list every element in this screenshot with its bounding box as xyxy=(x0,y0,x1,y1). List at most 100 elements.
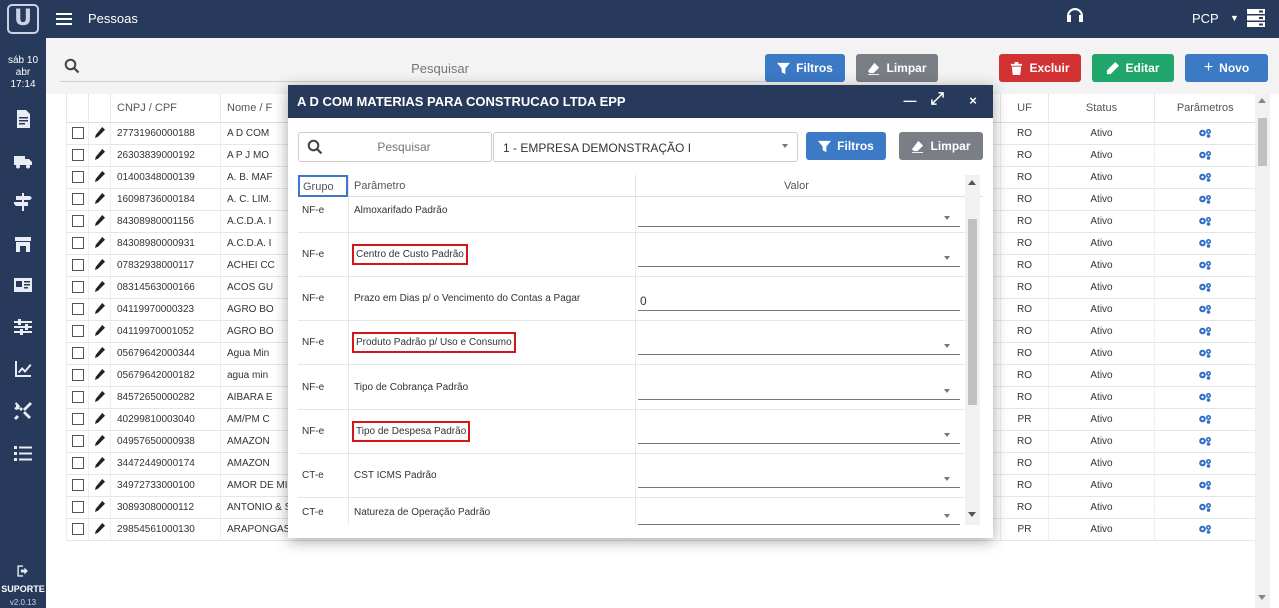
row-edit-pencil-icon[interactable] xyxy=(88,210,111,233)
gears-icon[interactable] xyxy=(1154,232,1255,255)
parameter-row[interactable]: CT-e CST ICMS Padrão xyxy=(298,454,966,498)
gears-icon[interactable] xyxy=(1154,210,1255,233)
scroll-up-icon[interactable] xyxy=(968,180,976,185)
col-parametros[interactable]: Parâmetros xyxy=(1154,94,1255,123)
hamburger-menu-icon[interactable] xyxy=(54,9,74,29)
row-checkbox[interactable] xyxy=(66,122,89,145)
chevron-down-icon[interactable] xyxy=(944,514,950,518)
gears-icon[interactable] xyxy=(1154,122,1255,145)
search-input[interactable] xyxy=(90,56,790,80)
editar-button[interactable]: Editar xyxy=(1092,54,1174,82)
valor-field[interactable] xyxy=(638,470,960,488)
gears-icon[interactable] xyxy=(1154,518,1255,541)
parameter-row[interactable]: NF-e Produto Padrão p/ Uso e Consumo xyxy=(298,321,966,365)
gears-icon[interactable] xyxy=(1154,166,1255,189)
row-edit-pencil-icon[interactable] xyxy=(88,518,111,541)
row-checkbox[interactable] xyxy=(66,320,89,343)
chevron-down-icon[interactable] xyxy=(944,389,950,393)
modal-limpar-button[interactable]: Limpar xyxy=(899,132,983,160)
row-edit-pencil-icon[interactable] xyxy=(88,144,111,167)
tools-icon[interactable] xyxy=(0,396,46,426)
valor-field[interactable] xyxy=(638,507,960,525)
chevron-down-icon[interactable] xyxy=(944,256,950,260)
support-link[interactable]: SUPORTE xyxy=(0,584,46,594)
chart-icon[interactable] xyxy=(0,354,46,384)
scroll-down-icon[interactable] xyxy=(968,512,976,517)
row-edit-pencil-icon[interactable] xyxy=(88,166,111,189)
parameter-row[interactable]: CT-e Natureza de Operação Padrão xyxy=(298,498,966,525)
headset-icon[interactable] xyxy=(1065,6,1085,28)
limpar-button[interactable]: Limpar xyxy=(856,54,938,82)
row-checkbox[interactable] xyxy=(66,430,89,453)
gears-icon[interactable] xyxy=(1154,320,1255,343)
row-checkbox[interactable] xyxy=(66,342,89,365)
excluir-button[interactable]: Excluir xyxy=(999,54,1081,82)
col-parametro[interactable]: Parâmetro xyxy=(354,180,405,192)
row-checkbox[interactable] xyxy=(66,232,89,255)
sliders-icon[interactable] xyxy=(0,312,46,342)
row-edit-pencil-icon[interactable] xyxy=(88,298,111,321)
novo-button[interactable]: + Novo xyxy=(1185,54,1268,82)
scroll-thumb[interactable] xyxy=(1258,118,1267,166)
gears-icon[interactable] xyxy=(1154,188,1255,211)
row-checkbox[interactable] xyxy=(66,496,89,519)
valor-field[interactable] xyxy=(638,426,960,444)
gears-icon[interactable] xyxy=(1154,496,1255,519)
col-valor[interactable]: Valor xyxy=(784,180,809,192)
row-edit-pencil-icon[interactable] xyxy=(88,232,111,255)
parameter-row[interactable]: NF-e Tipo de Cobrança Padrão xyxy=(298,365,966,410)
valor-field[interactable]: 0 xyxy=(638,293,960,311)
chevron-down-icon[interactable] xyxy=(944,477,950,481)
row-checkbox[interactable] xyxy=(66,210,89,233)
row-edit-pencil-icon[interactable] xyxy=(88,430,111,453)
app-logo[interactable]: U xyxy=(7,4,39,34)
scroll-thumb[interactable] xyxy=(968,219,977,405)
close-icon[interactable]: × xyxy=(964,92,982,110)
valor-field[interactable] xyxy=(638,249,960,267)
parameter-row[interactable]: NF-e Tipo de Despesa Padrão xyxy=(298,410,966,454)
col-grupo[interactable]: Grupo xyxy=(298,175,348,197)
scroll-down-icon[interactable] xyxy=(1258,595,1266,600)
list-icon[interactable] xyxy=(0,438,46,468)
gears-icon[interactable] xyxy=(1154,254,1255,277)
gears-icon[interactable] xyxy=(1154,474,1255,497)
row-edit-pencil-icon[interactable] xyxy=(88,452,111,475)
logout-icon[interactable] xyxy=(0,560,46,582)
row-checkbox[interactable] xyxy=(66,474,89,497)
valor-field[interactable] xyxy=(638,209,960,227)
valor-field[interactable] xyxy=(638,337,960,355)
row-checkbox[interactable] xyxy=(66,364,89,387)
gears-icon[interactable] xyxy=(1154,430,1255,453)
empresa-select[interactable]: 1 - EMPRESA DEMONSTRAÇÃO I xyxy=(493,132,798,162)
minimize-icon[interactable]: — xyxy=(901,92,919,110)
row-checkbox[interactable] xyxy=(66,408,89,431)
document-icon[interactable] xyxy=(0,104,46,134)
row-checkbox[interactable] xyxy=(66,166,89,189)
row-checkbox[interactable] xyxy=(66,144,89,167)
user-caret-icon[interactable]: ▼ xyxy=(1230,13,1239,23)
scroll-up-icon[interactable] xyxy=(1258,98,1266,103)
row-checkbox[interactable] xyxy=(66,276,89,299)
row-checkbox[interactable] xyxy=(66,518,89,541)
user-menu[interactable]: PCP xyxy=(1192,11,1219,26)
gears-icon[interactable] xyxy=(1154,408,1255,431)
modal-filtros-button[interactable]: Filtros xyxy=(806,132,886,160)
row-edit-pencil-icon[interactable] xyxy=(88,386,111,409)
filtros-button[interactable]: Filtros xyxy=(765,54,845,82)
server-menu-icon[interactable] xyxy=(1246,8,1266,28)
row-checkbox[interactable] xyxy=(66,386,89,409)
gears-icon[interactable] xyxy=(1154,342,1255,365)
modal-scrollbar[interactable] xyxy=(965,175,980,525)
signpost-icon[interactable] xyxy=(0,187,46,217)
gears-icon[interactable] xyxy=(1154,386,1255,409)
row-checkbox[interactable] xyxy=(66,254,89,277)
parameter-row[interactable]: NF-e Centro de Custo Padrão xyxy=(298,233,966,277)
row-edit-pencil-icon[interactable] xyxy=(88,496,111,519)
col-cnpj[interactable]: CNPJ / CPF xyxy=(110,94,221,123)
col-uf[interactable]: UF xyxy=(1000,94,1049,123)
gears-icon[interactable] xyxy=(1154,276,1255,299)
truck-icon[interactable] xyxy=(0,146,46,176)
modal-search-input[interactable] xyxy=(329,137,479,157)
row-edit-pencil-icon[interactable] xyxy=(88,364,111,387)
parameter-row[interactable]: NF-e Prazo em Dias p/ o Vencimento do Con… xyxy=(298,277,966,321)
